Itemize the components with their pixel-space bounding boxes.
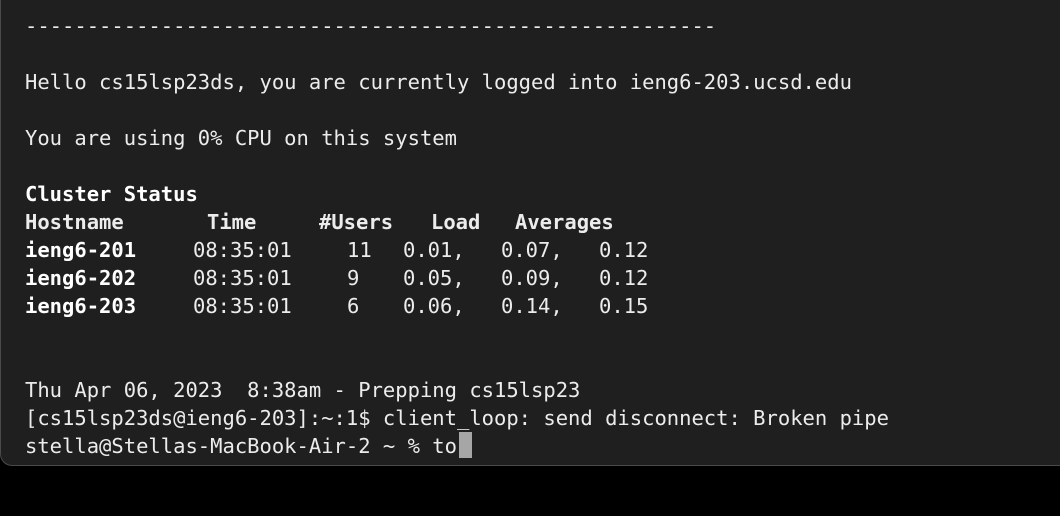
date-banner-line: Thu Apr 06, 2023 8:38am - Prepping cs15l… [25,378,581,402]
row-time: 08:35:01 [193,266,292,290]
cluster-header-row: Hostname Time #Users Load Averages [25,208,725,236]
header-hostname: Hostname [25,210,124,234]
row-load-1: 0.06, [403,294,465,318]
row-hostname: ieng6-203 [25,294,137,318]
row-load-1: 0.05, [403,266,465,290]
row-users: 11 [347,238,372,262]
row-load-15: 0.12 [599,266,649,290]
row-time: 08:35:01 [193,238,292,262]
text-cursor [458,432,472,458]
row-load-15: 0.15 [599,294,649,318]
row-load-5: 0.14, [501,294,563,318]
row-users: 6 [347,294,360,318]
row-load-15: 0.12 [599,238,649,262]
cluster-row: ieng6-202 08:35:01 9 0.05, 0.09, 0.12 [25,264,725,292]
header-time: Time [207,210,257,234]
shell-prompt-line[interactable]: stella@Stellas-MacBook-Air-2 ~ % to [25,432,472,460]
header-averages: Averages [515,210,614,234]
command-input[interactable]: to [432,434,457,458]
divider-line: ----------------------------------------… [25,14,717,38]
greeting-line: Hello cs15lsp23ds, you are currently log… [25,70,852,94]
cluster-row: ieng6-201 08:35:01 11 0.01, 0.07, 0.12 [25,236,725,264]
row-hostname: ieng6-202 [25,266,137,290]
disconnect-message-line: [cs15lsp23ds@ieng6-203]:~:1$ client_loop… [25,406,889,430]
row-hostname: ieng6-201 [25,238,137,262]
cpu-usage-line: You are using 0% CPU on this system [25,126,457,150]
row-load-5: 0.07, [501,238,563,262]
row-time: 08:35:01 [193,294,292,318]
cluster-status-title: Cluster Status [25,182,198,206]
terminal-window[interactable]: ----------------------------------------… [0,0,1060,466]
shell-prompt: stella@Stellas-MacBook-Air-2 ~ % [25,434,433,458]
header-users: #Users [319,210,394,234]
cluster-row: ieng6-203 08:35:01 6 0.06, 0.14, 0.15 [25,292,725,320]
row-load-5: 0.09, [501,266,563,290]
row-load-1: 0.01, [403,238,465,262]
header-load: Load [431,210,481,234]
row-users: 9 [347,266,360,290]
